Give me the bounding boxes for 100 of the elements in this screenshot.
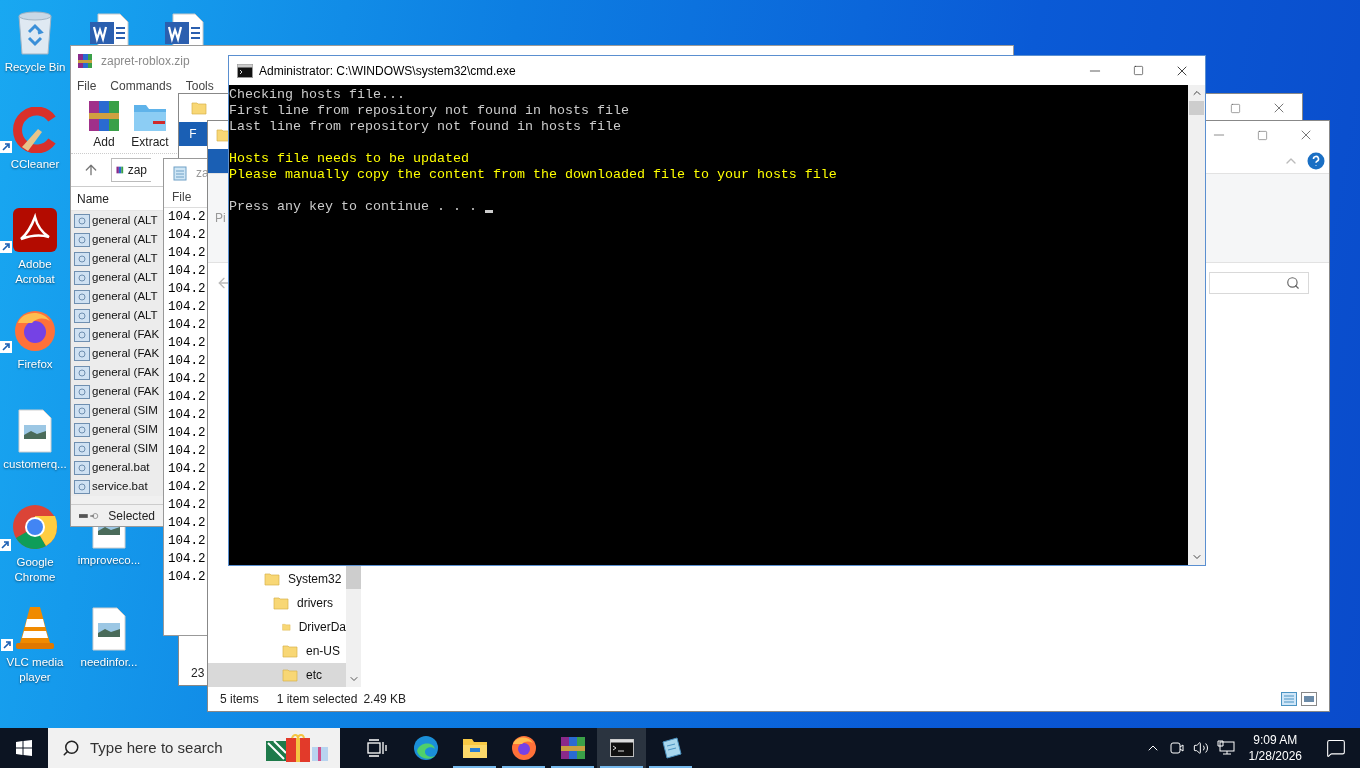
status-text: 23 [191,665,205,682]
drive-icon [79,510,101,521]
menu-item[interactable]: File [77,77,97,95]
image-file-icon [91,607,127,651]
menu-item[interactable]: File [172,188,192,206]
column-header[interactable]: Name [71,187,163,211]
path-field[interactable]: zap [111,158,151,182]
maximize-icon[interactable] [1230,102,1241,114]
text-line: 104.2 [168,569,206,586]
scrollbar[interactable] [1188,85,1205,565]
text-line: 104.2 [168,551,206,568]
batch-file-icon [74,270,90,285]
search-field[interactable]: Type here to search [48,728,340,768]
books-icon [77,53,93,69]
firefox-icon [510,735,537,761]
text-line: 104.2 [168,281,206,298]
acrobat-icon [12,207,58,253]
file-tab[interactable]: F [179,122,207,146]
volume-icon[interactable] [1192,740,1209,756]
task-view-icon [366,739,387,757]
batch-file-icon [74,460,90,475]
tree-item[interactable]: etc [208,663,346,687]
tree-item[interactable]: System32 [208,567,346,591]
item-count: 5 items [220,691,259,708]
batch-file-icon [74,308,90,323]
file-row[interactable]: general.bat [71,458,163,477]
text-line: 104.2 [168,425,206,442]
file-row[interactable]: general (FAK [71,363,163,382]
search-icon [62,739,80,757]
start-icon[interactable] [16,740,32,756]
ribbon-label: Pi [215,210,226,227]
folder-icon [264,571,280,587]
folder-icon [282,667,298,683]
scrollbar-thumb[interactable] [1189,101,1204,115]
notification-icon[interactable] [1326,738,1346,758]
file-row[interactable]: service.bat [71,477,163,496]
file-row[interactable]: general (SIM [71,420,163,439]
console-line: First line from repository not found in hosts file [229,103,629,119]
maximize-icon[interactable] [1133,65,1144,76]
console-line: Last line from repository not found in hosts file [229,119,621,135]
menu-item[interactable]: Tools [185,77,214,95]
taskbar-app[interactable] [597,728,646,768]
window-title: Administrator: C:\WINDOWS\system32\cmd.exe [259,62,516,80]
console-line: Hosts file needs to be updated [229,151,469,167]
toolbar-button[interactable]: Extract [129,99,171,151]
scrollbar[interactable] [346,565,361,687]
folder-icon [273,595,289,611]
recycle-bin-icon [15,10,55,56]
file-tab[interactable] [208,149,230,173]
scrollbar-thumb[interactable] [346,565,361,589]
file-row[interactable]: general (ALT [71,249,163,268]
file-row[interactable]: general (FAK [71,382,163,401]
thumbnail-view-icon[interactable] [1301,692,1317,706]
text-line: 104.2 [168,317,206,334]
folder-icon [282,643,298,659]
image-file-icon [17,409,53,453]
text-line: 104.2 [168,479,206,496]
file-row[interactable]: general (ALT [71,211,163,230]
ccleaner-icon [12,107,58,153]
file-row[interactable]: general (SIM [71,439,163,458]
maximize-icon[interactable] [1257,129,1268,141]
clock[interactable]: 9:09 AM 1/28/2026 [1248,732,1302,764]
network-icon[interactable] [1216,740,1235,756]
file-row[interactable]: general (ALT [71,230,163,249]
terminal-icon [237,63,253,78]
help-icon[interactable] [1307,152,1325,170]
batch-file-icon [74,365,90,380]
batch-file-icon [74,346,90,361]
text-line: 104.2 [168,245,206,262]
text-line: 104.2 [168,263,206,280]
terminal-icon [609,739,634,757]
tree-item[interactable]: en-US [208,639,346,663]
text-line: 104.2 [168,461,206,478]
up-icon[interactable] [83,162,99,178]
search-icon [1286,276,1300,290]
file-row[interactable]: general (ALT [71,287,163,306]
camera-icon[interactable] [1168,740,1185,756]
text-line: 104.2 [168,389,206,406]
file-row[interactable]: general (FAK [71,344,163,363]
text-line: 104.2 [168,515,206,532]
file-row[interactable]: general (SIM [71,401,163,420]
books-icon [87,99,121,133]
text-line: 104.2 [168,353,206,370]
search-field[interactable] [1209,272,1309,294]
edge-icon [412,735,439,761]
file-row[interactable]: general (ALT [71,306,163,325]
tree-item[interactable]: drivers [208,591,346,615]
details-view-icon[interactable] [1281,692,1297,706]
window-title: zapret-roblox.zip [101,53,190,70]
file-row[interactable]: general (ALT [71,268,163,287]
selection-size: 2.49 KB [363,691,407,708]
batch-file-icon [74,479,90,494]
toolbar-button[interactable]: Add [83,99,125,151]
batch-file-icon [74,251,90,266]
batch-file-icon [74,289,90,304]
menu-item[interactable]: Commands [110,77,172,95]
console-line: Checking hosts file... [229,87,405,103]
tree-item[interactable]: DriverDa [208,615,346,639]
text-line: 104.2 [168,533,206,550]
file-row[interactable]: general (FAK [71,325,163,344]
